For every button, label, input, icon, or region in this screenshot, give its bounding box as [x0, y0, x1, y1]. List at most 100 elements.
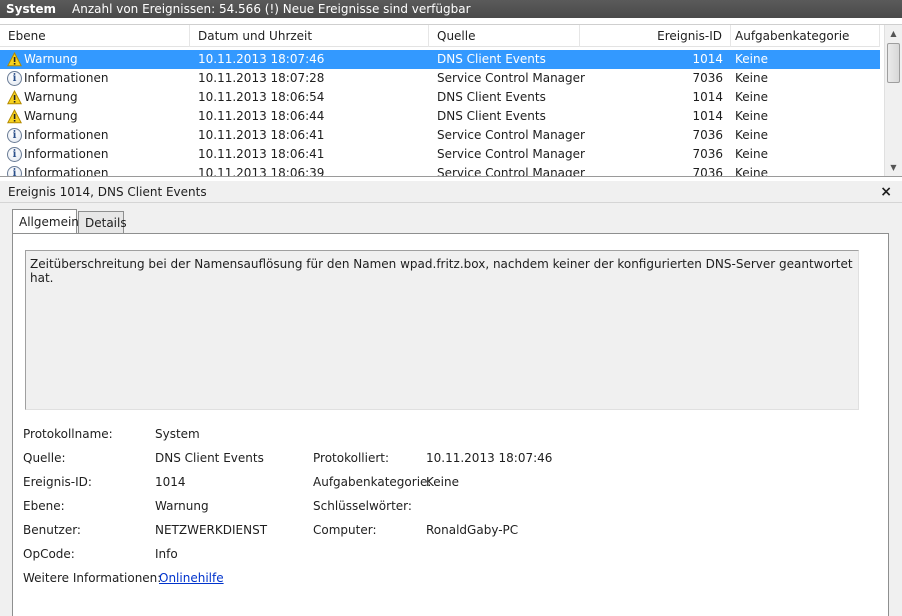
logged-label: Protokolliert: [313, 451, 390, 465]
row-level-cell: i Informationen [7, 69, 108, 88]
tab-details[interactable]: Details [78, 211, 127, 234]
row-date-cell: 10.11.2013 18:07:28 [198, 71, 325, 85]
event-detail-header: Ereignis 1014, DNS Client Events × [0, 181, 902, 203]
tab-general[interactable]: Allgemein [12, 209, 79, 233]
event-id-value: 1014 [155, 475, 186, 489]
event-rows: Warnung 10.11.2013 18:07:46 DNS Client Eve… [0, 50, 880, 177]
row-level-text: Informationen [24, 147, 109, 161]
title-bar: System Anzahl von Ereignissen: 54.566 (!… [0, 0, 902, 18]
row-level-cell: i Informationen [7, 164, 109, 177]
column-header-level[interactable]: Ebene [0, 25, 190, 47]
scroll-down-arrow-icon[interactable]: ▼ [885, 159, 902, 176]
row-source-cell: Service Control Manager [437, 166, 585, 177]
row-source-cell: Service Control Manager [437, 71, 585, 85]
computer-label: Computer: [313, 523, 377, 537]
row-level-cell: i Informationen [7, 145, 108, 164]
row-date-cell: 10.11.2013 18:06:41 [198, 147, 325, 161]
table-row[interactable]: i Informationen 10.11.2013 18:07:28 Service… [0, 69, 880, 88]
row-level-cell: Warnung [7, 107, 78, 126]
table-row[interactable]: i Informationen 10.11.2013 18:06:41 Service… [0, 145, 880, 164]
scroll-up-arrow-icon[interactable]: ▲ [885, 25, 902, 42]
column-header-task-category[interactable]: Aufgabenkategorie [727, 25, 880, 47]
event-detail-title: Ereignis 1014, DNS Client Events [8, 185, 207, 199]
info-icon: i [7, 71, 22, 86]
row-source-cell: DNS Client Events [437, 52, 546, 66]
row-level-text: Informationen [24, 166, 109, 177]
row-category-cell: Keine [735, 147, 768, 161]
row-event-id-cell: 1014 [692, 90, 723, 104]
table-row[interactable]: Warnung 10.11.2013 18:06:54 DNS Client Eve… [0, 88, 880, 107]
row-level-text: Informationen [24, 128, 109, 142]
row-level-text: Warnung [24, 109, 78, 123]
row-category-cell: Keine [735, 109, 768, 123]
row-event-id-cell: 7036 [692, 166, 723, 177]
row-level-text: Warnung [24, 52, 78, 66]
row-level-cell: Warnung [7, 88, 78, 107]
row-source-cell: Service Control Manager [437, 128, 585, 142]
column-header-date[interactable]: Datum und Uhrzeit [190, 25, 429, 47]
task-category-label: Aufgabenkategorie: [313, 475, 432, 489]
table-row[interactable]: i Informationen 10.11.2013 18:06:41 Service… [0, 126, 880, 145]
event-id-label: Ereignis-ID: [23, 475, 92, 489]
row-category-cell: Keine [735, 128, 768, 142]
row-category-cell: Keine [735, 52, 768, 66]
log-title: System [6, 2, 56, 16]
source-label: Quelle: [23, 451, 66, 465]
row-date-cell: 10.11.2013 18:06:54 [198, 90, 325, 104]
row-event-id-cell: 1014 [692, 109, 723, 123]
row-event-id-cell: 7036 [692, 71, 723, 85]
row-date-cell: 10.11.2013 18:07:46 [198, 52, 325, 66]
level-label: Ebene: [23, 499, 65, 513]
source-value: DNS Client Events [155, 451, 264, 465]
event-properties: Protokollname: System Quelle: DNS Client… [13, 234, 890, 616]
info-icon: i [7, 147, 22, 162]
row-category-cell: Keine [735, 166, 768, 177]
column-header-event-id[interactable]: Ereignis-ID [580, 25, 731, 47]
row-level-text: Warnung [24, 90, 78, 104]
row-level-cell: i Informationen [7, 126, 108, 145]
row-date-cell: 10.11.2013 18:06:44 [198, 109, 325, 123]
log-name-label: Protokollname: [23, 427, 113, 441]
event-count-info[interactable]: Anzahl von Ereignissen: 54.566 (!) Neue … [72, 2, 471, 16]
opcode-label: OpCode: [23, 547, 75, 561]
warning-icon [7, 90, 22, 105]
warning-icon [7, 109, 22, 124]
row-source-cell: DNS Client Events [437, 109, 546, 123]
row-source-cell: DNS Client Events [437, 90, 546, 104]
row-event-id-cell: 1014 [692, 52, 723, 66]
logged-value: 10.11.2013 18:07:46 [426, 451, 553, 465]
task-category-value: Keine [426, 475, 459, 489]
table-row[interactable]: Warnung 10.11.2013 18:06:44 DNS Client Eve… [0, 107, 880, 126]
close-icon[interactable]: × [880, 181, 892, 203]
event-detail-panel: Allgemein Details Zeitüberschreitung bei… [0, 203, 902, 616]
computer-value: RonaldGaby-PC [426, 523, 519, 537]
row-category-cell: Keine [735, 71, 768, 85]
row-date-cell: 10.11.2013 18:06:39 [198, 166, 325, 177]
column-header-source[interactable]: Quelle [429, 25, 580, 47]
table-row[interactable]: i Informationen 10.11.2013 18:06:39 Service… [0, 164, 880, 177]
opcode-value: Info [155, 547, 178, 561]
row-category-cell: Keine [735, 90, 768, 104]
keywords-label: Schlüsselwörter: [313, 499, 412, 513]
row-source-cell: Service Control Manager [437, 147, 585, 161]
event-list[interactable]: Ebene Datum und Uhrzeit Quelle Ereignis-… [0, 24, 902, 177]
info-icon: i [7, 128, 22, 143]
user-label: Benutzer: [23, 523, 81, 537]
info-icon: i [7, 166, 22, 176]
list-header: Ebene Datum und Uhrzeit Quelle Ereignis-… [0, 25, 880, 47]
online-help-link[interactable]: Onlinehilfe [159, 571, 224, 585]
user-value: NETZWERKDIENST [155, 523, 268, 537]
row-level-text: Informationen [24, 71, 109, 85]
level-value: Warnung [155, 499, 209, 513]
scroll-thumb[interactable] [887, 43, 900, 83]
table-row[interactable]: Warnung 10.11.2013 18:07:46 DNS Client Eve… [0, 50, 880, 69]
row-date-cell: 10.11.2013 18:06:41 [198, 128, 325, 142]
more-info-label: Weitere Informationen: [23, 571, 162, 585]
log-name-value: System [155, 427, 200, 441]
warning-icon [7, 52, 22, 67]
row-event-id-cell: 7036 [692, 147, 723, 161]
general-tab-panel: Zeitüberschreitung bei der Namensauflösu… [12, 233, 889, 616]
row-event-id-cell: 7036 [692, 128, 723, 142]
row-level-cell: Warnung [7, 50, 78, 69]
event-list-scrollbar[interactable]: ▲ ▼ [884, 25, 902, 176]
